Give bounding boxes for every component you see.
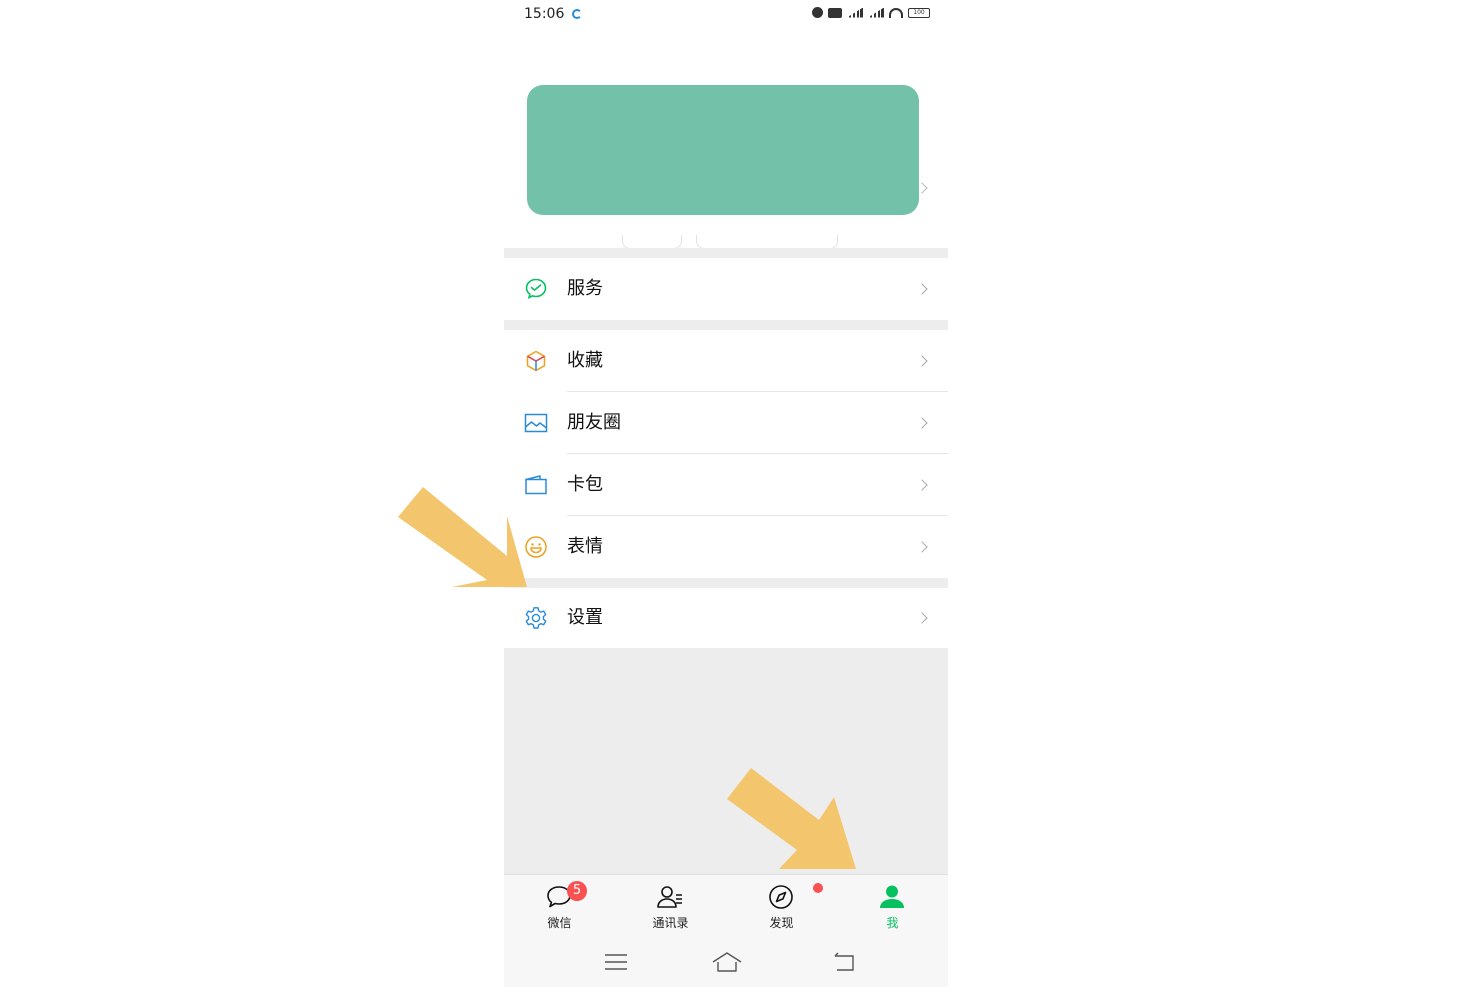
friends-status-pill[interactable]	[696, 235, 838, 249]
status-icons: 100	[812, 7, 930, 18]
menu-item-settings[interactable]: 设置	[504, 588, 948, 648]
wifi-icon	[889, 7, 903, 18]
picture-icon	[524, 413, 548, 433]
person-icon	[880, 885, 904, 908]
tab-label: 我	[886, 916, 899, 930]
wechat-pay-icon	[525, 278, 547, 299]
chevron-right-icon	[916, 283, 928, 295]
system-nav-bar	[504, 936, 948, 987]
menu-item-label: 朋友圈	[567, 412, 621, 433]
compass-icon	[769, 885, 793, 909]
tab-label: 通讯录	[652, 916, 689, 930]
menu-item-favorites[interactable]: 收藏	[504, 330, 948, 392]
section-divider	[504, 578, 948, 588]
chevron-right-icon	[916, 541, 928, 553]
tab-contacts[interactable]: 通讯录	[615, 875, 726, 937]
tab-label: 发现	[769, 916, 794, 930]
status-time: 15:06	[524, 6, 565, 22]
hd-icon	[828, 7, 842, 18]
status-pill[interactable]	[622, 235, 682, 249]
battery-icon: 100	[908, 7, 930, 18]
new-content-dot	[813, 883, 823, 893]
menu-item-label: 表情	[567, 536, 603, 557]
signal-4g-icon-2	[868, 7, 884, 18]
menu-item-moments[interactable]: 朋友圈	[504, 392, 948, 454]
menu-item-label: 卡包	[567, 474, 603, 495]
menu-icon[interactable]	[603, 950, 629, 974]
menu-item-stickers[interactable]: 表情	[504, 516, 948, 578]
bottom-tab-bar: 5 微信 通讯录 发现 我	[504, 874, 948, 936]
menu-item-label: 服务	[567, 278, 603, 299]
menu-item-service[interactable]: 服务	[504, 258, 948, 320]
home-icon[interactable]	[712, 950, 742, 974]
annotation-arrow-icon-2	[727, 768, 856, 869]
tab-label: 微信	[547, 916, 572, 930]
gear-icon	[525, 607, 547, 629]
chevron-right-icon	[916, 479, 928, 491]
annotation-arrow-icon	[398, 487, 527, 587]
chevron-right-icon	[916, 612, 928, 624]
loading-icon	[572, 9, 582, 19]
profile-header[interactable]	[504, 30, 948, 249]
section-divider	[504, 248, 948, 258]
alarm-icon	[812, 7, 823, 18]
tab-me[interactable]: 我	[837, 875, 948, 937]
tab-discover[interactable]: 发现	[726, 875, 837, 937]
tab-chats[interactable]: 5 微信	[504, 875, 615, 937]
menu-item-cards[interactable]: 卡包	[504, 454, 948, 516]
chevron-right-icon	[916, 417, 928, 429]
back-icon[interactable]	[831, 950, 857, 974]
screenshot-stage: 15:06 100 服务 收藏 朋友圈 卡包 表情 设置 5 微信 通讯录 发现…	[0, 0, 1481, 987]
chevron-right-icon	[916, 355, 928, 367]
signal-4g-icon	[847, 7, 863, 18]
status-bar: 15:06 100	[504, 0, 948, 30]
redacted-profile-block	[527, 85, 919, 215]
section-divider	[504, 320, 948, 330]
menu-item-label: 设置	[567, 607, 603, 628]
unread-badge: 5	[567, 881, 587, 901]
menu-item-label: 收藏	[567, 350, 603, 371]
contacts-icon	[657, 886, 682, 908]
cube-icon	[526, 350, 546, 372]
